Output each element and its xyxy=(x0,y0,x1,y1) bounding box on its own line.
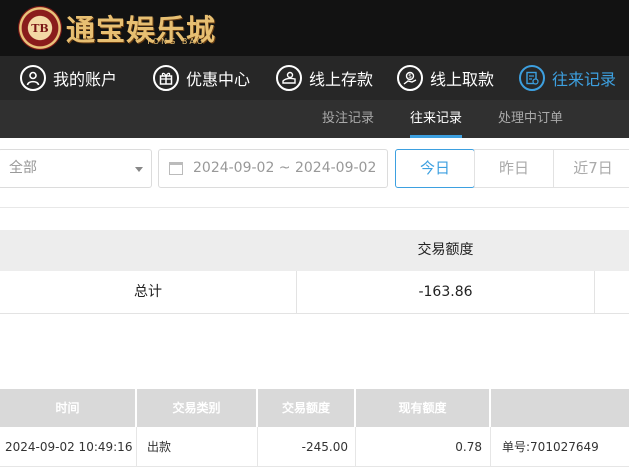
withdraw-icon: $ xyxy=(397,65,423,91)
nav-item-label: 线上取款 xyxy=(430,70,495,89)
deposit-icon xyxy=(276,65,302,91)
brand-logo[interactable]: TB 通宝娱乐城 TONG BAO xyxy=(18,5,218,51)
nav-item-deposit[interactable]: 线上存款 xyxy=(276,56,373,100)
nav-item-label: 往来记录 xyxy=(552,70,617,89)
cell-order-number: 单号:701027649 xyxy=(502,440,599,454)
date-range-value: 2024-09-02 ~ 2024-09-02 xyxy=(193,160,377,176)
nav-item-promotions[interactable]: 优惠中心 xyxy=(153,56,250,100)
column-balance: 现有额度 xyxy=(398,401,447,415)
column-amount: 交易额度 xyxy=(281,401,330,415)
nav-item-label: 优惠中心 xyxy=(186,70,251,89)
user-icon xyxy=(20,65,46,91)
nav-item-withdraw[interactable]: $ 线上取款 xyxy=(397,56,494,100)
top-header: TB 通宝娱乐城 TONG BAO xyxy=(0,0,629,56)
chevron-down-icon xyxy=(135,167,143,172)
type-select[interactable]: 全部 xyxy=(0,149,152,188)
details-header: 时间 交易类别 交易额度 现有额度 xyxy=(0,389,629,427)
today-button[interactable]: 今日 xyxy=(395,149,475,188)
calendar-icon xyxy=(169,162,183,175)
yesterday-button[interactable]: 昨日 xyxy=(474,149,554,188)
last-7-days-button[interactable]: 近7日 xyxy=(553,149,629,188)
column-type: 交易类别 xyxy=(172,401,221,415)
tab-transaction-records[interactable]: 往来记录 xyxy=(410,100,463,138)
summary-header: 交易额度 xyxy=(0,230,629,271)
divider xyxy=(0,207,629,208)
cell-divider xyxy=(594,271,595,313)
brand-subtitle: TONG BAO xyxy=(146,37,206,46)
sub-tabs: 投注记录 往来记录 处理中订单 xyxy=(0,100,629,138)
nav-item-account[interactable]: 我的账户 xyxy=(20,56,117,100)
logo-badge-text: TB xyxy=(31,21,49,35)
svg-text:$: $ xyxy=(408,73,412,80)
nav-item-records[interactable]: 往来记录 xyxy=(519,56,616,100)
summary-row: 总计 -163.86 xyxy=(0,271,629,314)
summary-header-amount: 交易额度 xyxy=(417,242,474,258)
summary-label: 总计 xyxy=(134,284,162,300)
cell-balance: 0.78 xyxy=(455,440,482,454)
date-range-input[interactable]: 2024-09-02 ~ 2024-09-02 xyxy=(158,149,388,188)
tab-bet-records[interactable]: 投注记录 xyxy=(322,100,374,138)
logo-badge-icon: TB xyxy=(18,6,62,50)
column-order xyxy=(491,389,629,427)
main-nav: 我的账户 优惠中心 线上存款 $ 线上取款 往来记录 xyxy=(0,56,629,100)
cell-divider xyxy=(136,427,137,467)
cell-type: 出款 xyxy=(147,440,172,454)
nav-item-label: 我的账户 xyxy=(53,70,118,89)
column-time: 时间 xyxy=(55,401,80,415)
page: TB 通宝娱乐城 TONG BAO 我的账户 优惠中心 线上存款 $ 线上取款 … xyxy=(0,0,629,467)
cell-time: 2024-09-02 10:49:16 xyxy=(5,440,133,454)
cell-amount: -245.00 xyxy=(301,440,348,454)
summary-total: -163.86 xyxy=(418,284,473,300)
record-icon xyxy=(519,65,545,91)
nav-item-label: 线上存款 xyxy=(309,70,374,89)
table-row: 2024-09-02 10:49:16 出款 -245.00 0.78 单号:7… xyxy=(0,427,629,467)
cell-divider xyxy=(490,427,491,467)
tab-pending-orders[interactable]: 处理中订单 xyxy=(498,100,563,138)
type-select-value: 全部 xyxy=(9,160,37,176)
gift-icon xyxy=(153,65,179,91)
